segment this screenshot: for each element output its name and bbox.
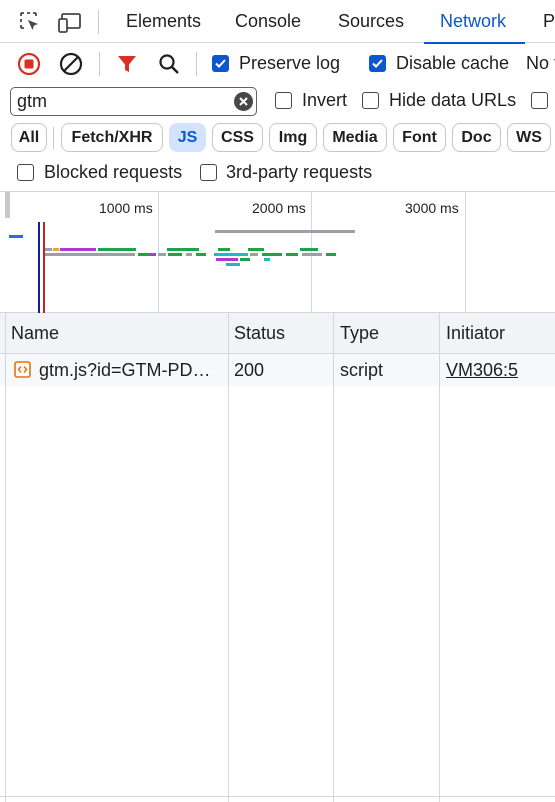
disable-cache-label[interactable]: Disable cache	[396, 53, 509, 74]
overview-request-bar	[215, 230, 355, 233]
chip-ws[interactable]: WS	[507, 123, 551, 152]
overview-request-bar	[138, 253, 150, 256]
tab-sources[interactable]: Sources	[338, 0, 404, 43]
hide-data-urls-label[interactable]: Hide data URLs	[389, 90, 516, 111]
filter-field[interactable]	[10, 87, 257, 116]
tab-console[interactable]: Console	[235, 0, 301, 43]
blocked-requests-label[interactable]: Blocked requests	[44, 162, 182, 183]
blocked-requests-checkbox[interactable]	[17, 164, 34, 181]
column-header-name[interactable]: Name	[11, 313, 59, 354]
request-status: 200	[234, 360, 265, 380]
column-divider[interactable]	[333, 313, 334, 802]
overview-request-bar	[60, 248, 96, 251]
search-icon[interactable]	[156, 51, 182, 77]
chip-img[interactable]: Img	[269, 123, 317, 152]
overview-request-bar	[186, 253, 192, 256]
overview-request-bar	[216, 258, 238, 261]
device-toolbar-icon[interactable]	[56, 8, 84, 36]
inspect-element-icon[interactable]	[16, 8, 44, 36]
chip-fetch-xhr[interactable]: Fetch/XHR	[61, 123, 163, 152]
overview-time-label: 3000 ms	[405, 200, 459, 216]
invert-checkbox[interactable]	[275, 92, 292, 109]
column-divider[interactable]	[439, 313, 440, 802]
table-row[interactable]: gtm.js?id=GTM-PD… 200 script VM306:5	[0, 354, 555, 386]
overview-request-bar	[326, 253, 336, 256]
dom-content-loaded-marker	[38, 222, 40, 313]
table-header: Name Status Type Initiator	[0, 313, 555, 354]
request-type: script	[340, 360, 384, 380]
overview-request-bar	[9, 235, 23, 238]
overview-request-bar	[264, 258, 270, 261]
chip-font[interactable]: Font	[393, 123, 446, 152]
chip-divider	[53, 127, 54, 149]
overview-request-bar	[240, 258, 250, 261]
requests-table: Name Status Type Initiator gtm.js?id=GTM…	[0, 313, 555, 802]
column-header-type[interactable]: Type	[340, 313, 379, 354]
hide-extension-urls-checkbox[interactable]	[531, 92, 548, 109]
chip-media[interactable]: Media	[323, 123, 387, 152]
load-event-marker	[43, 222, 45, 313]
panel-left-edge	[5, 313, 6, 802]
overview-request-bar	[98, 248, 136, 251]
toolbar-divider	[196, 52, 197, 76]
overview-request-bar	[214, 253, 248, 256]
column-header-initiator[interactable]: Initiator	[446, 313, 505, 354]
hide-data-urls-checkbox[interactable]	[362, 92, 379, 109]
overview-request-bar	[300, 248, 318, 251]
table-bottom-border	[0, 796, 555, 797]
overview-request-bar	[248, 248, 264, 251]
clear-icon[interactable]	[58, 51, 84, 77]
overview-gridline	[465, 192, 466, 313]
overview-request-bar	[262, 253, 282, 256]
overview-request-bar	[167, 248, 199, 251]
devtools-tabbar: Elements Console Sources Network P	[0, 0, 555, 44]
request-initiator-link[interactable]: VM306:5	[446, 354, 518, 386]
overview-request-bar	[150, 253, 156, 256]
network-overview[interactable]: 1000 ms 2000 ms 3000 ms	[0, 191, 555, 313]
overview-request-bar	[168, 253, 182, 256]
clear-filter-icon[interactable]	[234, 92, 253, 111]
tab-overflow[interactable]: P	[543, 0, 555, 43]
tab-network[interactable]: Network	[423, 0, 526, 44]
invert-label[interactable]: Invert	[302, 90, 347, 111]
disable-cache-checkbox[interactable]	[369, 55, 386, 72]
overview-request-bar	[196, 253, 206, 256]
throttling-select[interactable]: No t	[526, 53, 555, 74]
overview-handle[interactable]	[5, 192, 10, 218]
script-file-icon	[14, 361, 31, 378]
preserve-log-label[interactable]: Preserve log	[239, 53, 340, 74]
chip-js[interactable]: JS	[169, 123, 206, 152]
preserve-log-checkbox[interactable]	[212, 55, 229, 72]
toolbar-divider	[99, 52, 100, 76]
chip-doc[interactable]: Doc	[452, 123, 501, 152]
network-toolbar: Preserve log Disable cache No t	[0, 43, 555, 83]
chip-all[interactable]: All	[11, 123, 47, 152]
overview-request-bar	[43, 253, 135, 256]
tabbar-divider	[98, 10, 99, 34]
overview-request-bar	[44, 248, 52, 251]
chip-css[interactable]: CSS	[212, 123, 263, 152]
column-divider[interactable]	[228, 313, 229, 802]
stop-recording-icon[interactable]	[16, 51, 42, 77]
overview-time-label: 1000 ms	[99, 200, 153, 216]
overview-request-bar	[250, 253, 258, 256]
request-name[interactable]: gtm.js?id=GTM-PD…	[39, 354, 225, 386]
overview-time-label: 2000 ms	[252, 200, 306, 216]
overview-request-bar	[53, 248, 59, 251]
filter-input[interactable]	[17, 90, 227, 113]
third-party-requests-checkbox[interactable]	[200, 164, 217, 181]
filter-icon[interactable]	[114, 51, 140, 77]
overview-request-bar	[218, 248, 230, 251]
overview-request-bar	[158, 253, 166, 256]
third-party-requests-label[interactable]: 3rd-party requests	[226, 162, 372, 183]
column-header-status[interactable]: Status	[234, 313, 285, 354]
overview-request-bar	[302, 253, 322, 256]
overview-request-bar	[226, 263, 240, 266]
overview-request-bar	[286, 253, 298, 256]
tab-elements[interactable]: Elements	[126, 0, 201, 43]
